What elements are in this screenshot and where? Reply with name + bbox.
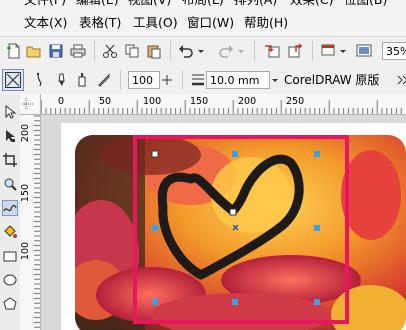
toolbar-separator bbox=[120, 70, 121, 90]
toolbar-separator bbox=[94, 41, 95, 61]
freehand-smoothing-field[interactable]: 100 bbox=[128, 71, 160, 89]
undo-icon[interactable] bbox=[176, 41, 196, 61]
menu-table[interactable]: 表格(T) bbox=[79, 14, 121, 32]
menu-file[interactable]: 文件(F) bbox=[24, 0, 66, 9]
curve-align-icon[interactable] bbox=[2, 69, 24, 91]
smoothing-slider-icon[interactable] bbox=[160, 71, 174, 89]
horizontal-ruler[interactable]: 0 50 100 150 200 250 bbox=[20, 94, 406, 115]
calligraphic-pen-icon[interactable] bbox=[94, 70, 114, 90]
pick-tool-icon[interactable] bbox=[2, 104, 18, 120]
brush-icon[interactable] bbox=[52, 70, 72, 90]
export-icon[interactable] bbox=[286, 41, 306, 61]
standard-toolbar: 35% bbox=[0, 36, 406, 66]
print-icon[interactable] bbox=[68, 41, 88, 61]
crop-tool-icon[interactable] bbox=[2, 152, 18, 168]
welcome-screen-icon[interactable] bbox=[354, 41, 374, 61]
menu-tools[interactable]: 工具(O) bbox=[133, 14, 178, 32]
toolbar-separator bbox=[254, 41, 255, 61]
cut-icon[interactable] bbox=[100, 41, 120, 61]
ruler-label-v200: 200 bbox=[20, 123, 32, 143]
undo-dropdown-icon[interactable] bbox=[196, 41, 206, 61]
sprayer-icon[interactable] bbox=[72, 70, 92, 90]
redo-icon[interactable] bbox=[216, 41, 236, 61]
outline-width-icon bbox=[188, 70, 208, 90]
application-launcher-icon[interactable] bbox=[318, 41, 338, 61]
ellipse-tool-icon[interactable] bbox=[2, 272, 18, 288]
menu-layout[interactable]: 布局(L) bbox=[182, 0, 224, 9]
ruler-origin[interactable] bbox=[20, 94, 41, 115]
outline-width-field[interactable]: 10.0 mm bbox=[206, 71, 270, 89]
style-label: CorelDRAW 原版 bbox=[284, 73, 380, 87]
toolbar-separator bbox=[312, 41, 313, 61]
menu-bitmaps[interactable]: 位图(B) bbox=[344, 0, 387, 9]
ruler-label-v150: 150 bbox=[20, 183, 32, 203]
zoom-tool-icon[interactable] bbox=[2, 176, 18, 192]
ruler-label-50: 50 bbox=[99, 96, 112, 107]
smart-fill-tool-icon[interactable] bbox=[2, 224, 18, 240]
zoom-level-field[interactable]: 35% bbox=[382, 42, 406, 60]
new-icon[interactable] bbox=[4, 41, 24, 61]
polygon-tool-icon[interactable] bbox=[2, 296, 18, 312]
menu-window[interactable]: 窗口(W) bbox=[187, 14, 234, 32]
menu-row-bottom: 文本(X) 表格(T) 工具(O) 窗口(W) 帮助(H) bbox=[0, 14, 406, 32]
menu-effects[interactable]: 效果(C) bbox=[290, 0, 333, 9]
paste-icon[interactable] bbox=[144, 41, 164, 61]
open-icon[interactable] bbox=[24, 41, 44, 61]
ruler-label-250: 250 bbox=[286, 96, 305, 107]
menu-edit[interactable]: 编辑(E) bbox=[76, 0, 119, 9]
freehand-tool-icon[interactable] bbox=[2, 200, 18, 216]
menu-arrange[interactable]: 排列(A) bbox=[234, 0, 277, 9]
save-icon[interactable] bbox=[46, 41, 66, 61]
rectangle-tool-icon[interactable] bbox=[2, 248, 18, 264]
ruler-label-0: 0 bbox=[58, 96, 65, 107]
ruler-label-150: 150 bbox=[190, 96, 209, 107]
ruler-label-200: 200 bbox=[238, 96, 257, 107]
menu-help[interactable]: 帮助(H) bbox=[244, 14, 288, 32]
menu-text[interactable]: 文本(X) bbox=[24, 14, 67, 32]
drawing-canvas[interactable] bbox=[41, 115, 406, 330]
property-bar: 100 10.0 mm CorelDRAW 原版 bbox=[0, 65, 406, 95]
menu-row-top: 文件(F) 编辑(E) 视图(V) 布局(L) 排列(A) 效果(C) 位图(B… bbox=[0, 0, 406, 9]
redo-dropdown-icon[interactable] bbox=[236, 41, 246, 61]
menu-view[interactable]: 视图(V) bbox=[128, 0, 171, 9]
toolbar-separator bbox=[170, 41, 171, 61]
shape-tool-icon[interactable] bbox=[2, 128, 18, 144]
ruler-label-100: 100 bbox=[143, 96, 162, 107]
outline-width-dropdown-icon[interactable] bbox=[270, 71, 280, 89]
toolbar-overflow-icon[interactable] bbox=[392, 70, 406, 90]
canvas-artwork bbox=[75, 135, 406, 330]
menu-bar: 文件(F) 编辑(E) 视图(V) 布局(L) 排列(A) 效果(C) 位图(B… bbox=[0, 0, 406, 36]
ruler-label-v100: 100 bbox=[20, 241, 32, 261]
toolbar-separator bbox=[182, 70, 183, 90]
pen-nib-icon[interactable] bbox=[30, 70, 50, 90]
vertical-ruler[interactable]: 200 150 100 bbox=[20, 114, 41, 330]
copy-icon[interactable] bbox=[122, 41, 142, 61]
import-icon[interactable] bbox=[262, 41, 282, 61]
launcher-dropdown-icon[interactable] bbox=[338, 41, 348, 61]
